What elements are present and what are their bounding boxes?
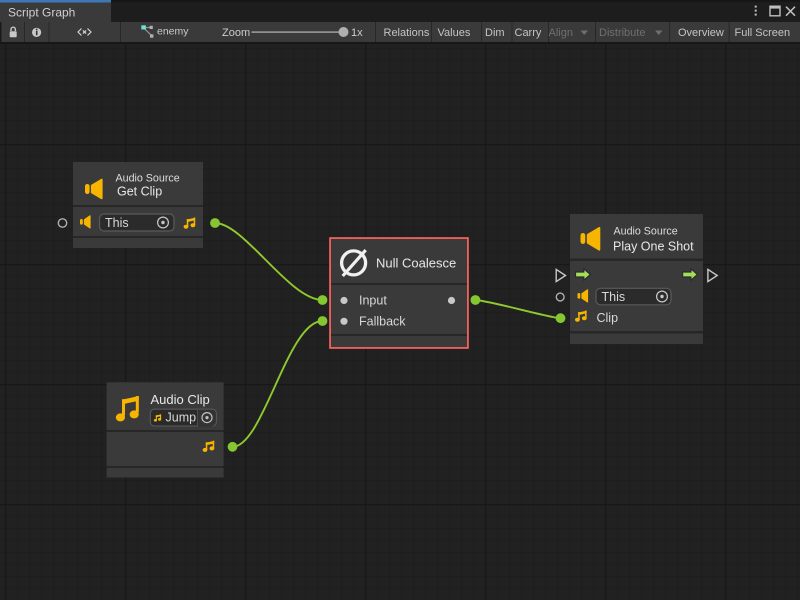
svg-text:Null Coalesce: Null Coalesce bbox=[376, 256, 456, 271]
svg-text:Carry: Carry bbox=[515, 27, 542, 39]
svg-text:This: This bbox=[602, 290, 626, 304]
svg-text:Audio Source: Audio Source bbox=[614, 226, 678, 238]
svg-text:Get Clip: Get Clip bbox=[117, 185, 162, 199]
svg-text:Script Graph: Script Graph bbox=[8, 6, 75, 20]
svg-text:Overview: Overview bbox=[678, 27, 724, 39]
svg-text:Full Screen: Full Screen bbox=[735, 27, 791, 39]
svg-text:Jump: Jump bbox=[166, 411, 197, 425]
svg-text:This: This bbox=[105, 216, 129, 230]
svg-text:Audio Source: Audio Source bbox=[116, 173, 180, 185]
svg-text:Relations: Relations bbox=[384, 27, 430, 39]
svg-text:Align: Align bbox=[549, 27, 573, 39]
svg-text:Clip: Clip bbox=[597, 311, 619, 325]
svg-text:Distribute: Distribute bbox=[599, 27, 645, 39]
svg-text:Dim: Dim bbox=[485, 27, 505, 39]
svg-text:1x: 1x bbox=[351, 27, 363, 39]
svg-text:Input: Input bbox=[359, 294, 387, 308]
svg-text:Play One Shot: Play One Shot bbox=[613, 240, 694, 254]
svg-text:Audio Clip: Audio Clip bbox=[151, 392, 210, 407]
svg-text:Values: Values bbox=[438, 27, 471, 39]
svg-text:Fallback: Fallback bbox=[359, 315, 406, 329]
svg-text:Zoom: Zoom bbox=[222, 27, 250, 39]
svg-text:enemy: enemy bbox=[157, 26, 189, 38]
